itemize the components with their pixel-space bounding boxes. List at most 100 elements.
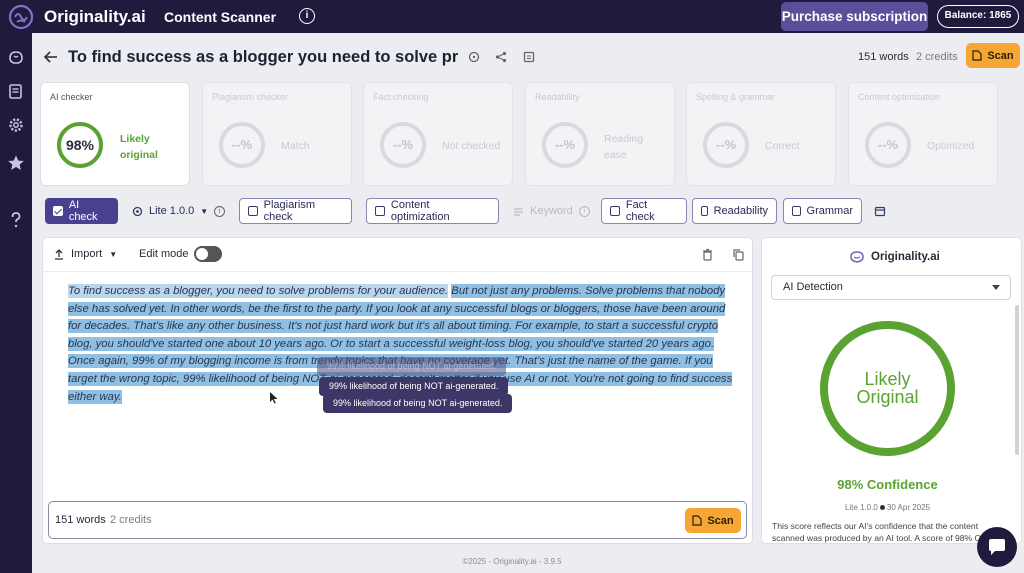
help-icon[interactable]: [6, 210, 26, 230]
edit-mode-toggle[interactable]: [194, 246, 222, 262]
chat-button[interactable]: [977, 527, 1017, 567]
score-ring: --%: [219, 122, 265, 168]
card-title: AI checker: [50, 92, 93, 102]
readability-label: Readability: [713, 205, 768, 217]
readability-card[interactable]: Readability --% Reading ease: [525, 82, 675, 186]
brain-logo-icon: [850, 251, 864, 263]
scan-button[interactable]: Scan: [966, 43, 1020, 68]
tooltip-ghost: 99% likelihood of being NOT ai-generated…: [317, 357, 507, 376]
model-select[interactable]: Lite 1.0.0 ▼: [124, 198, 216, 224]
trash-icon[interactable]: [701, 248, 714, 261]
card-label: Reading: [604, 133, 644, 145]
word-count: 151 words: [858, 51, 909, 63]
back-arrow-icon[interactable]: [43, 49, 59, 65]
editor-divider: [43, 271, 752, 272]
chevron-down-icon: ▼: [200, 206, 209, 216]
checkbox-icon: [248, 206, 258, 216]
info-icon: i: [578, 205, 590, 217]
document-title[interactable]: To find success as a blogger you need to…: [68, 48, 458, 67]
document-icon: [692, 515, 702, 526]
detection-type-select[interactable]: AI Detection: [771, 275, 1011, 300]
scan-date: 30 Apr 2025: [886, 503, 931, 512]
result-explanation: This score reflects our AI's confidence …: [772, 521, 1004, 543]
plagiarism-checker-card[interactable]: Plagiarism checker --% Match: [202, 82, 352, 186]
document-icon: [972, 50, 982, 61]
ring-line-1: Likely: [864, 369, 911, 389]
left-nav: [0, 33, 32, 573]
import-button[interactable]: Import ▼: [54, 248, 117, 260]
result-ring-label: Likely Original: [826, 370, 949, 406]
mouse-cursor-icon: [270, 392, 278, 404]
card-title: Fact checking: [373, 92, 429, 102]
separator-dot: [879, 504, 885, 510]
edit-mode-label: Edit mode: [139, 248, 189, 260]
info-icon[interactable]: i: [299, 8, 315, 24]
card-label: original: [120, 149, 158, 161]
fact-checking-card[interactable]: Fact checking --% Not checked: [363, 82, 513, 186]
score-ring: --%: [865, 122, 911, 168]
purchase-subscription-button[interactable]: Purchase subscription: [781, 2, 928, 31]
target-icon[interactable]: [467, 50, 481, 64]
keyword-icon: [514, 207, 523, 216]
content-optimization-card[interactable]: Content optimization --% Optimized: [848, 82, 998, 186]
highlighted-sentence[interactable]: To find success as a blogger, you need t…: [68, 284, 449, 298]
checkbox-icon: [792, 206, 801, 216]
share-icon[interactable]: [494, 50, 508, 64]
footer-scan-button[interactable]: Scan: [685, 508, 741, 533]
card-title: Spelling & grammar: [696, 92, 776, 102]
import-label: Import: [71, 248, 103, 260]
checkbox-icon: [610, 206, 620, 216]
card-title: Plagiarism checker: [212, 92, 289, 102]
scan-button-label: Scan: [987, 49, 1014, 62]
product-name: Content Scanner: [164, 9, 277, 25]
fact-check-toggle[interactable]: Fact check: [601, 198, 687, 224]
content-optimization-label: Content optimization: [390, 199, 450, 223]
brain-nav-icon[interactable]: [6, 48, 26, 68]
calendar-icon[interactable]: [874, 205, 886, 217]
result-brand: Originality.ai: [871, 251, 940, 263]
balance-badge[interactable]: Balance: 1865: [937, 5, 1019, 28]
upload-icon: [55, 248, 63, 260]
star-icon[interactable]: [6, 153, 26, 173]
copy-icon[interactable]: [732, 248, 745, 261]
card-label: ease: [604, 149, 627, 161]
grammar-toggle[interactable]: Grammar: [783, 198, 862, 224]
card-label: Match: [281, 140, 310, 152]
result-scrollbar[interactable]: [1015, 305, 1019, 455]
keyword-field[interactable]: Keyword i: [505, 198, 598, 224]
model-label: Lite 1.0.0: [149, 205, 195, 217]
chat-icon: [989, 539, 1005, 555]
card-label: Not checked: [442, 140, 501, 152]
chevron-down-icon: ▼: [109, 249, 118, 259]
plagiarism-check-toggle[interactable]: Plagiarism check: [239, 198, 352, 224]
model-info-icon[interactable]: i: [210, 198, 229, 224]
checkbox-icon: [701, 206, 708, 216]
fact-check-label: Fact check: [625, 199, 655, 223]
result-meta: Lite 1.0.0 30 Apr 2025: [790, 503, 985, 512]
keyword-label: Keyword: [530, 205, 573, 217]
grammar-label: Grammar: [806, 205, 853, 217]
model-version: Lite 1.0.0: [844, 503, 878, 512]
card-label: Optimized: [927, 140, 975, 152]
footer-credit-count: 2 credits: [110, 514, 152, 526]
chevron-down-icon: [992, 285, 1000, 290]
copyright: ©2025 - Originality.ai - 3.9.5: [462, 557, 562, 566]
score-ring: --%: [703, 122, 749, 168]
gear-icon[interactable]: [6, 115, 26, 135]
plagiarism-check-label: Plagiarism check: [263, 199, 315, 223]
card-title: Content optimization: [858, 92, 941, 102]
footer-word-count: 151 words: [55, 514, 106, 526]
ai-check-toggle[interactable]: AI check: [45, 198, 118, 224]
ai-checker-card[interactable]: AI checker 98% Likely original: [40, 82, 190, 186]
readability-toggle[interactable]: Readability: [692, 198, 777, 224]
spelling-grammar-card[interactable]: Spelling & grammar --% Correct: [686, 82, 836, 186]
brain-logo-icon[interactable]: [8, 4, 34, 30]
scan-button-label: Scan: [707, 514, 734, 527]
document-view-icon[interactable]: [522, 50, 536, 64]
credit-count: 2 credits: [916, 51, 958, 63]
documents-icon[interactable]: [6, 81, 26, 101]
brand-name[interactable]: Originality.ai: [44, 7, 146, 27]
likelihood-tooltip: 99% likelihood of being NOT ai-generated…: [323, 394, 513, 413]
content-optimization-toggle[interactable]: Content optimization: [366, 198, 499, 224]
score-ring: 98%: [57, 122, 103, 168]
